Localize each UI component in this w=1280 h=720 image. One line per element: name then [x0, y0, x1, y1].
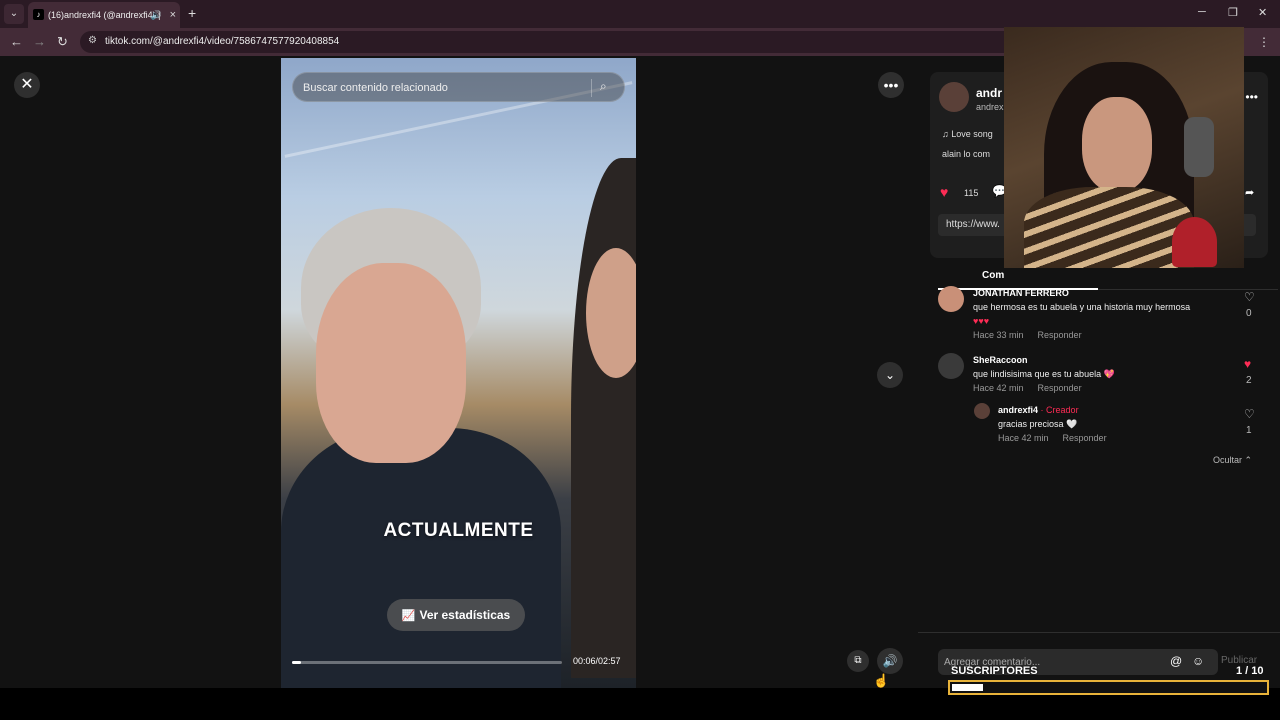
browser-tab-bar: ⌄ ♪ (16)andrexfi4 (@andrexfi4) | 🔊 × + ─… — [0, 0, 1280, 28]
video-progress-bar[interactable] — [292, 661, 562, 664]
creator-username[interactable]: andr — [976, 86, 1002, 100]
next-video-button[interactable]: ⌄ — [877, 362, 903, 388]
comment-time: Hace 42 min — [973, 383, 1024, 393]
video-progress-fill — [292, 661, 302, 664]
tab-title: (16)andrexfi4 (@andrexfi4) | — [48, 10, 161, 20]
subscriber-goal-bar — [948, 680, 1269, 695]
search-divider — [591, 79, 592, 97]
view-stats-label: Ver estadísticas — [419, 608, 511, 622]
panel-tabs: Com — [938, 270, 1278, 290]
new-tab-button[interactable]: + — [188, 5, 196, 21]
webcam-person-face — [1082, 97, 1152, 192]
tab-search-button[interactable]: ⌄ — [4, 4, 24, 24]
music-info[interactable]: ♫ Love song — [942, 129, 993, 139]
video-time: 00:06/02:57 — [573, 656, 621, 666]
creator-avatar[interactable] — [939, 82, 969, 112]
comment-like-count: 0 — [1246, 308, 1252, 319]
chart-icon: 📈 — [401, 610, 416, 622]
site-info-icon[interactable]: ⚙ — [88, 35, 97, 46]
video-player[interactable]: ⌕ ACTUALMENTE 📈Ver estadísticas 00:06/02… — [281, 58, 636, 688]
reply-user: andrexfi4 — [998, 405, 1039, 415]
santa-hat-decoration — [1172, 217, 1217, 267]
reply-like-icon[interactable]: ♡ — [1244, 407, 1255, 421]
browser-menu-icon[interactable]: ⋮ — [1258, 35, 1270, 49]
comment-text: que hermosa es tu abuela y una historia … — [973, 302, 1191, 312]
video-person-face — [316, 263, 466, 463]
comment-meta: Hace 33 min Responder — [973, 330, 1082, 340]
comment-username[interactable]: JONATHAN FERRERO — [973, 288, 1069, 298]
search-icon[interactable]: ⌕ — [600, 79, 607, 94]
comment-like-count: 2 — [1246, 375, 1252, 386]
back-button[interactable]: ← — [10, 34, 23, 49]
reply-button[interactable]: Responder — [1038, 383, 1082, 393]
comment-meta: Hace 42 min Responder — [973, 383, 1082, 393]
like-icon[interactable]: ♥ — [940, 184, 948, 200]
reply-button[interactable]: Responder — [1038, 330, 1082, 340]
browser-tab[interactable]: ♪ (16)andrexfi4 (@andrexfi4) | 🔊 × — [28, 2, 180, 28]
comment-like-icon[interactable]: ♡ — [1244, 290, 1255, 304]
tab-close-icon[interactable]: × — [170, 2, 176, 28]
comment-time: Hace 33 min — [973, 330, 1024, 340]
like-count: 115 — [964, 188, 979, 198]
creator-handle: andrex — [976, 102, 1004, 112]
reload-button[interactable]: ↻ — [57, 34, 68, 50]
commenter-avatar[interactable] — [938, 353, 964, 379]
related-search-box[interactable]: ⌕ — [292, 72, 625, 102]
volume-button[interactable]: 🔊 — [877, 648, 903, 674]
more-icon[interactable]: ••• — [1245, 90, 1258, 104]
microphone — [1184, 117, 1214, 177]
address-bar[interactable]: ⚙ tiktok.com/@andrexfi4/video/7586747577… — [80, 31, 1080, 53]
emoji-icon[interactable]: ☺ — [1192, 654, 1204, 668]
related-search-input[interactable] — [303, 79, 583, 97]
comment-liked-icon[interactable]: ♥ — [1244, 357, 1251, 371]
subscriber-goal-count: 1 / 10 — [1236, 665, 1264, 677]
window-close-button[interactable]: ✕ — [1258, 6, 1267, 19]
close-video-button[interactable]: ✕ — [14, 72, 40, 98]
restore-button[interactable]: ❐ — [1228, 6, 1238, 19]
creator-badge: · Creador — [1040, 405, 1079, 415]
subscriber-goal-label: SUSCRIPTORES — [951, 665, 1038, 677]
view-stats-button[interactable]: 📈 Ver estadísticas — [387, 599, 525, 631]
comment-emoji: ♥♥♥ — [973, 316, 990, 326]
reply-like-count: 1 — [1246, 425, 1252, 436]
hide-replies-button[interactable]: Ocultar ⌃ — [1213, 455, 1252, 466]
reply-text: gracias preciosa 🤍 — [998, 419, 1078, 429]
reply-time: Hace 42 min — [998, 433, 1049, 443]
video-second-person — [571, 158, 636, 678]
comment-text: que lindisisima que es tu abuela 💖 — [973, 369, 1115, 379]
minimize-button[interactable]: ─ — [1198, 6, 1206, 18]
reply-username[interactable]: andrexfi4 · Creador — [998, 405, 1079, 415]
comment-username[interactable]: SheRaccoon — [973, 355, 1028, 365]
mouse-cursor: ☝ — [873, 673, 890, 688]
webcam-person-sweater — [1024, 187, 1194, 268]
video-caption: ACTUALMENTE — [383, 520, 534, 541]
reply-meta: Hace 42 min Responder — [998, 433, 1107, 443]
reply-button[interactable]: Responder — [1063, 433, 1107, 443]
video-person-coat — [281, 428, 561, 688]
creator-reply-avatar[interactable] — [974, 403, 990, 419]
video-stage: ✕ ⌕ ACTUALMENTE 📈Ver estadísticas 00:06/… — [0, 56, 918, 688]
more-options-button[interactable]: ••• — [878, 72, 904, 98]
subscriber-goal-fill — [952, 684, 984, 691]
tab-comments[interactable]: Com — [982, 270, 1004, 281]
speaker-icon[interactable]: 🔊 — [151, 2, 162, 28]
forward-button[interactable]: → — [33, 34, 46, 49]
tiktok-icon: ♪ — [33, 9, 44, 20]
streamer-webcam — [1004, 27, 1244, 268]
mention-text: alain lo com — [942, 149, 991, 159]
picture-in-picture-button[interactable]: ⧉ — [847, 650, 869, 672]
url-text: tiktok.com/@andrexfi4/video/758674757792… — [105, 36, 340, 47]
commenter-avatar[interactable] — [938, 286, 964, 312]
share-icon[interactable]: ➦ — [1245, 186, 1254, 199]
mention-icon[interactable]: @ — [1170, 654, 1182, 668]
